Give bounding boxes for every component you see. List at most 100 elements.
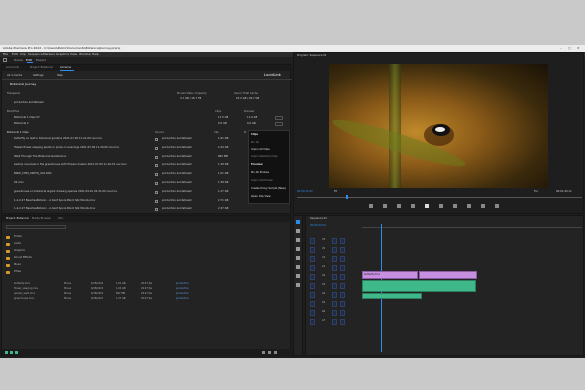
trash-icon[interactable] bbox=[274, 351, 277, 354]
type-icon[interactable] bbox=[296, 283, 300, 287]
playhead[interactable] bbox=[346, 195, 348, 199]
tab-media-browser[interactable]: Media Browser bbox=[32, 216, 51, 222]
hand-icon[interactable] bbox=[296, 274, 300, 278]
project-search-input[interactable] bbox=[6, 225, 66, 229]
file-name[interactable]: greenhouse.mov bbox=[14, 297, 34, 300]
tab-project[interactable]: Project: Botanical bbox=[6, 216, 29, 222]
panel-tab-lucidlink[interactable]: Lucid Link bbox=[6, 65, 19, 71]
menu-create-proxy-scripts[interactable]: Create Proxy Scripts (New) bbox=[251, 187, 286, 190]
settings-button[interactable]: Settings bbox=[33, 72, 44, 79]
track-target-button[interactable] bbox=[310, 238, 315, 244]
track-lock-icon[interactable] bbox=[332, 247, 337, 253]
bin-name[interactable]: Botanical 1 Clips 07 bbox=[14, 116, 40, 119]
filespace-name[interactable]: production.lucidstream bbox=[14, 101, 44, 104]
insert-icon[interactable] bbox=[467, 204, 471, 208]
clip-row-name[interactable]: 1-4-2-27 BeachesBotanic - A Alert Spore … bbox=[14, 207, 149, 210]
quality-select[interactable]: Full bbox=[534, 190, 538, 193]
clip-row-name[interactable]: 02.mov bbox=[14, 181, 149, 184]
new-bin-icon[interactable] bbox=[262, 351, 265, 354]
track-lock-icon[interactable] bbox=[332, 301, 337, 307]
panel-tab-project[interactable]: Project: Botanical bbox=[30, 65, 53, 71]
clip-row-name[interactable]: Hawaii flower swaying plants in pools on… bbox=[14, 146, 149, 149]
clip-row-name[interactable]: 1-4-2-27 BeachesBotanic - A Alert Spore … bbox=[14, 199, 149, 202]
track-lock-icon[interactable] bbox=[332, 238, 337, 244]
new-item-icon[interactable] bbox=[268, 351, 271, 354]
overwrite-icon[interactable] bbox=[481, 204, 485, 208]
all-in-cache-button[interactable]: All in Cache bbox=[7, 72, 22, 79]
track-toggle-icon[interactable] bbox=[340, 247, 345, 253]
track-target-button[interactable] bbox=[310, 265, 315, 271]
pen-icon[interactable] bbox=[296, 265, 300, 269]
fit-select[interactable]: Fit bbox=[334, 190, 337, 193]
workspace-tab-home[interactable]: Home bbox=[14, 57, 23, 63]
track-toggle-icon[interactable] bbox=[340, 319, 345, 325]
track-toggle-icon[interactable] bbox=[340, 265, 345, 271]
selection-tool-icon[interactable] bbox=[296, 220, 300, 224]
video-clip[interactable] bbox=[419, 271, 477, 279]
track-lock-icon[interactable] bbox=[332, 274, 337, 280]
help-button[interactable]: Help bbox=[57, 72, 63, 79]
track-toggle-icon[interactable] bbox=[340, 256, 345, 262]
track-toggle-icon[interactable] bbox=[340, 274, 345, 280]
menu-pin-all[interactable]: Pin All bbox=[251, 141, 259, 144]
track-toggle-icon[interactable] bbox=[340, 238, 345, 244]
minimize-button[interactable]: – bbox=[560, 45, 562, 52]
track-lock-icon[interactable] bbox=[332, 292, 337, 298]
time-ruler[interactable] bbox=[362, 224, 582, 228]
ripple-edit-icon[interactable] bbox=[296, 238, 300, 242]
menu-unpin-all[interactable]: Unpin All Clips bbox=[251, 148, 270, 151]
step-back-icon[interactable] bbox=[411, 204, 415, 208]
clip-row-name[interactable]: Walk Through The Botanical Gardenmov bbox=[14, 155, 149, 158]
timeline-tab[interactable]: Sequence 01 bbox=[310, 217, 327, 220]
pin-button[interactable] bbox=[275, 122, 283, 126]
clip-row-name[interactable]: butterfly on leaf in botanical gardens 2… bbox=[14, 137, 149, 140]
track-toggle-icon[interactable] bbox=[340, 292, 345, 298]
track-lock-icon[interactable] bbox=[332, 256, 337, 262]
maximize-button[interactable]: □ bbox=[568, 45, 571, 52]
play-icon[interactable] bbox=[425, 204, 429, 208]
clip-row-name[interactable]: swamp overview in the greenhouse with fl… bbox=[14, 163, 149, 166]
pin-button[interactable] bbox=[275, 116, 283, 120]
razor-icon[interactable] bbox=[296, 247, 300, 251]
track-target-button[interactable] bbox=[310, 256, 315, 262]
file-name[interactable]: butterfly.mov bbox=[14, 282, 30, 285]
track-target-button[interactable] bbox=[310, 292, 315, 298]
freeform-view-icon[interactable] bbox=[15, 351, 18, 354]
list-view-icon[interactable] bbox=[5, 351, 8, 354]
track-lock-icon[interactable] bbox=[332, 319, 337, 325]
audio-clip[interactable] bbox=[362, 293, 422, 299]
audio-clip[interactable] bbox=[362, 280, 476, 292]
program-monitor-tab[interactable]: Program: Sequence 01 bbox=[297, 54, 327, 57]
close-button[interactable]: ✕ bbox=[577, 45, 580, 52]
mark-in-icon[interactable] bbox=[369, 204, 373, 208]
menu-unpin-proxies[interactable]: Unpin All Proxies bbox=[251, 179, 273, 182]
workspace-tab-export[interactable]: Export bbox=[36, 57, 46, 63]
go-to-out-icon[interactable] bbox=[453, 204, 457, 208]
track-target-button[interactable] bbox=[310, 319, 315, 325]
menu-pin-proxies[interactable]: Pin All Proxies bbox=[251, 171, 269, 174]
step-forward-icon[interactable] bbox=[439, 204, 443, 208]
track-toggle-icon[interactable] bbox=[340, 283, 345, 289]
slip-icon[interactable] bbox=[296, 256, 300, 260]
track-select-icon[interactable] bbox=[296, 229, 300, 233]
folder-item[interactable]: Titles bbox=[6, 270, 66, 277]
track-target-button[interactable] bbox=[310, 301, 315, 307]
track-target-button[interactable] bbox=[310, 283, 315, 289]
track-lock-icon[interactable] bbox=[332, 265, 337, 271]
export-frame-icon[interactable] bbox=[495, 204, 499, 208]
home-icon[interactable] bbox=[3, 58, 7, 62]
menu-open-clip-view[interactable]: Open Clip View bbox=[251, 195, 271, 198]
track-toggle-icon[interactable] bbox=[340, 301, 345, 307]
file-name[interactable]: flower_swaying.mov bbox=[14, 287, 38, 290]
video-clip[interactable]: butterfly.mov bbox=[362, 271, 418, 279]
mark-out-icon[interactable] bbox=[383, 204, 387, 208]
bin-name[interactable]: Botanical 2 bbox=[14, 122, 29, 125]
track-lock-icon[interactable] bbox=[332, 283, 337, 289]
track-toggle-icon[interactable] bbox=[340, 310, 345, 316]
go-to-in-icon[interactable] bbox=[397, 204, 401, 208]
clip-row-name[interactable]: B006_C059_0903YJ_001.R3D bbox=[14, 172, 149, 175]
scrub-bar[interactable] bbox=[297, 197, 582, 198]
tab-info[interactable]: Info bbox=[58, 216, 63, 222]
track-target-button[interactable] bbox=[310, 310, 315, 316]
file-name[interactable]: garden_walk.mov bbox=[14, 292, 35, 295]
